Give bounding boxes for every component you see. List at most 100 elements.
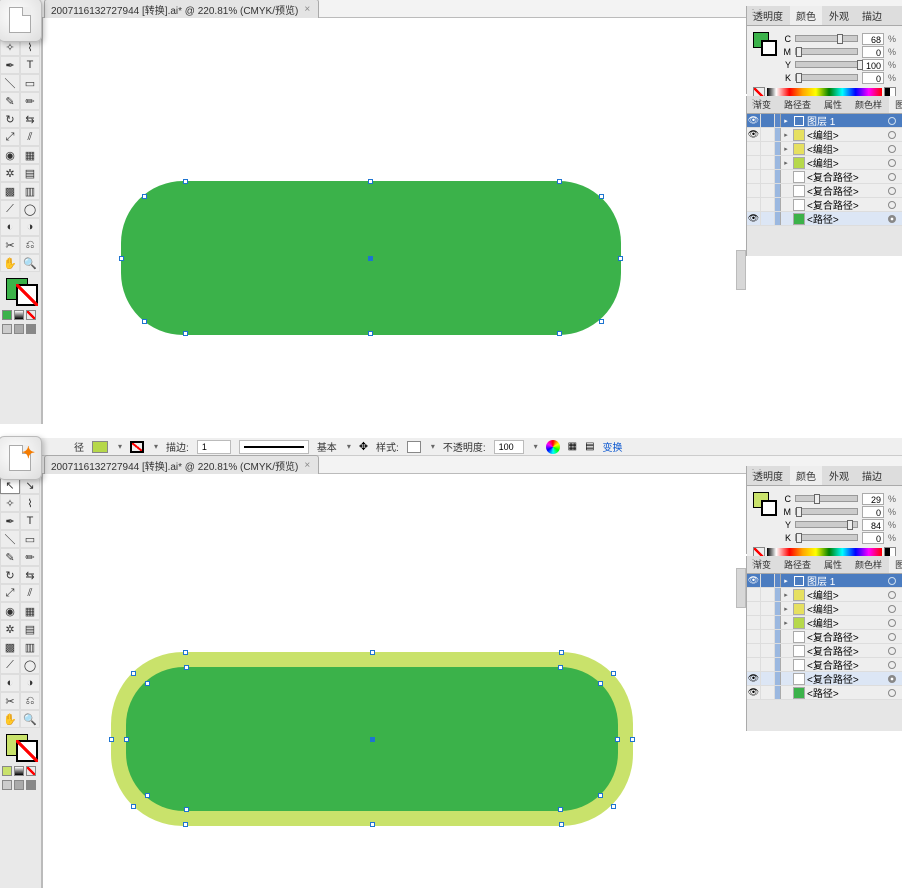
livepaint-tool[interactable]: ◐ (0, 218, 20, 236)
black-slider[interactable] (795, 74, 858, 81)
screen-mode-normal[interactable] (2, 780, 12, 790)
cyan-slider[interactable] (795, 35, 858, 42)
expand-toggle[interactable]: ▸ (781, 145, 791, 153)
yellow-slider[interactable] (795, 61, 858, 68)
visibility-icon[interactable]: 👁 (747, 574, 761, 588)
target-icon[interactable] (888, 619, 896, 627)
fill-swatch[interactable] (92, 441, 108, 453)
screen-mode-full[interactable] (14, 324, 24, 334)
warp-tool[interactable]: ◉ (0, 602, 20, 620)
visibility-toggle[interactable] (747, 142, 761, 156)
livepaint-select-tool[interactable]: ◑ (20, 218, 40, 236)
screen-mode-present[interactable] (26, 780, 36, 790)
target-icon[interactable] (888, 215, 896, 223)
pen-tool[interactable]: ✒ (0, 512, 20, 530)
color-mode-gradient[interactable] (14, 766, 24, 776)
symbol-tool[interactable]: ✲ (0, 164, 20, 182)
gradient-tool[interactable]: ▥ (20, 182, 40, 200)
livepaint-tool[interactable]: ◐ (0, 674, 20, 692)
target-icon[interactable] (888, 591, 896, 599)
magenta-value[interactable]: 0 (862, 506, 884, 518)
free-transform-tool[interactable]: ▦ (20, 146, 40, 164)
layer-item[interactable]: 👁<路径> (747, 686, 902, 700)
lock-toggle[interactable] (761, 658, 775, 672)
target-icon[interactable] (888, 605, 896, 613)
target-icon[interactable] (888, 661, 896, 669)
lock-toggle[interactable] (761, 184, 775, 198)
visibility-toggle[interactable]: 👁 (747, 128, 761, 142)
pen-tool[interactable]: ✒ (0, 56, 20, 74)
screen-mode-normal[interactable] (2, 324, 12, 334)
pencil-tool[interactable]: ✏ (20, 548, 40, 566)
color-fill-stroke[interactable] (753, 32, 777, 56)
visibility-toggle[interactable] (747, 616, 761, 630)
fill-stroke-indicator[interactable] (4, 276, 38, 306)
visibility-toggle[interactable]: 👁 (747, 686, 761, 700)
lock-toggle[interactable] (761, 588, 775, 602)
livepaint-select-tool[interactable]: ◑ (20, 674, 40, 692)
lock-toggle[interactable] (761, 170, 775, 184)
fill-dropdown-icon[interactable] (116, 441, 122, 452)
stroke-weight-input[interactable]: 1 (197, 440, 231, 454)
tab-stroke[interactable]: 描边 (856, 466, 888, 485)
style-dropdown-icon[interactable] (429, 441, 435, 452)
scissors-tool[interactable]: ⎌ (20, 692, 40, 710)
layer-item[interactable]: 👁▸<编组> (747, 128, 902, 142)
stroke-swatch[interactable] (130, 441, 144, 453)
document-tab[interactable]: 2007116132727944 [转换].ai* @ 220.81% (CMY… (44, 455, 319, 475)
layer-header-row[interactable]: 👁 ▸ 图层 1 (747, 114, 902, 128)
visibility-toggle[interactable]: 👁 (747, 672, 761, 686)
canvas-scrollbar[interactable] (736, 568, 746, 608)
screen-mode-full[interactable] (14, 780, 24, 790)
slice-tool[interactable]: ✂ (0, 236, 20, 254)
visibility-toggle[interactable] (747, 198, 761, 212)
target-icon[interactable] (888, 173, 896, 181)
tab-layers[interactable]: 图层 (889, 96, 902, 113)
visibility-toggle[interactable] (747, 184, 761, 198)
yellow-slider[interactable] (795, 521, 858, 528)
layer-item[interactable]: <复合路径> (747, 184, 902, 198)
black-value[interactable]: 0 (862, 532, 884, 544)
target-icon[interactable] (888, 145, 896, 153)
graph-tool[interactable]: ▤ (20, 620, 40, 638)
cyan-value[interactable]: 68 (862, 33, 884, 45)
tab-layers[interactable]: 图层 (889, 556, 902, 573)
transform-link[interactable]: 变换 (603, 439, 623, 454)
tab-attributes[interactable]: 属性 (818, 556, 848, 573)
tab-appearance[interactable]: 外观 (823, 6, 855, 25)
eyedropper-tool[interactable]: ⟋ (0, 200, 20, 218)
tab-pathfinder[interactable]: 路径查 (778, 556, 817, 573)
layer-item[interactable]: ▸<编组> (747, 616, 902, 630)
rect-tool[interactable]: ▭ (20, 74, 40, 92)
layer-item[interactable]: 👁<复合路径> (747, 672, 902, 686)
layer-item[interactable]: <复合路径> (747, 630, 902, 644)
type-tool[interactable]: T (20, 512, 40, 530)
color-mode-gradient[interactable] (14, 310, 24, 320)
layer-item[interactable]: ▸<编组> (747, 602, 902, 616)
magenta-slider[interactable] (795, 48, 858, 55)
target-icon[interactable] (888, 131, 896, 139)
black-value[interactable]: 0 (862, 72, 884, 84)
tab-swatches[interactable]: 颜色样 (849, 96, 888, 113)
visibility-toggle[interactable] (747, 602, 761, 616)
visibility-toggle[interactable] (747, 658, 761, 672)
blend-tool[interactable]: ◯ (20, 200, 40, 218)
warp-tool[interactable]: ◉ (0, 146, 20, 164)
pencil-tool[interactable]: ✏ (20, 92, 40, 110)
target-icon[interactable] (888, 201, 896, 209)
visibility-toggle[interactable] (747, 170, 761, 184)
brush-sample[interactable] (239, 440, 309, 454)
scale-tool[interactable]: ⤢ (0, 584, 20, 602)
expand-toggle[interactable]: ▸ (781, 591, 791, 599)
doc-setup-icon[interactable]: ▦ (568, 441, 577, 452)
shear-tool[interactable]: ⫽ (20, 128, 40, 146)
opacity-dropdown-icon[interactable] (532, 441, 538, 452)
cyan-value[interactable]: 29 (862, 493, 884, 505)
hand-tool[interactable]: ✋ (0, 254, 20, 272)
layer-item[interactable]: <复合路径> (747, 198, 902, 212)
expand-toggle[interactable]: ▸ (781, 159, 791, 167)
eyedropper-tool[interactable]: ⟋ (0, 656, 20, 674)
color-mode-none[interactable] (26, 310, 36, 320)
blend-tool[interactable]: ◯ (20, 656, 40, 674)
target-icon[interactable] (888, 159, 896, 167)
